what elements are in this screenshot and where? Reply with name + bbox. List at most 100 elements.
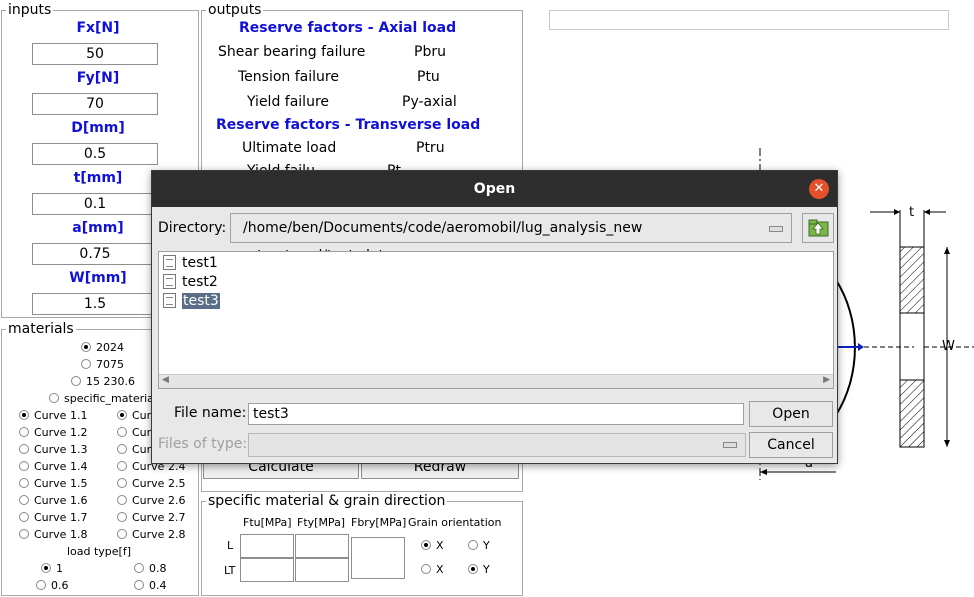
ftu-l-field[interactable] bbox=[240, 534, 294, 558]
fbry-field[interactable] bbox=[351, 537, 405, 579]
ptu-label: Ptu bbox=[417, 69, 440, 85]
curve-label: Curve 1.2 bbox=[34, 426, 88, 439]
tension-failure-label: Tension failure bbox=[238, 69, 339, 85]
dialog-title: Open bbox=[473, 181, 516, 197]
fty-l-field[interactable] bbox=[295, 534, 349, 558]
scroll-right-icon[interactable]: ▶ bbox=[823, 375, 830, 385]
directory-label: Directory: bbox=[158, 220, 227, 236]
curve-radio[interactable]: Curve 1.8 bbox=[19, 528, 87, 542]
load-type-06-radio[interactable]: 0.6 bbox=[36, 579, 69, 593]
file-item-test1[interactable]: test1 bbox=[163, 254, 218, 272]
up-folder-icon bbox=[808, 219, 829, 237]
fbry-header: Fbry[MPa] bbox=[351, 516, 407, 529]
transverse-heading: Reserve factors - Transverse load bbox=[216, 117, 481, 133]
combo-arrow-icon bbox=[769, 226, 783, 232]
material-specific-radio[interactable]: specific_materia bbox=[49, 392, 154, 406]
curve-label: Curve 2.8 bbox=[132, 528, 186, 541]
curve-radio[interactable]: Curve 2.7 bbox=[117, 511, 185, 525]
d-label: D[mm] bbox=[71, 120, 125, 136]
load-type-04-label: 0.4 bbox=[149, 579, 167, 592]
curve-radio[interactable]: Curve 1.6 bbox=[19, 494, 87, 508]
file-name-label: File name: bbox=[174, 405, 247, 421]
horizontal-scrollbar[interactable]: ◀ ▶ bbox=[159, 374, 833, 388]
material-7075-label: 7075 bbox=[96, 358, 124, 371]
curve-label: Cur bbox=[132, 426, 152, 439]
scroll-left-icon[interactable]: ◀ bbox=[162, 375, 169, 385]
inputs-title: inputs bbox=[6, 2, 54, 18]
file-item-test2[interactable]: test2 bbox=[163, 273, 218, 291]
curve-radio[interactable]: Curve 1.1 bbox=[19, 409, 87, 423]
curve-label: Curve 2.6 bbox=[132, 494, 186, 507]
curve-radio[interactable]: Curve 1.3 bbox=[19, 443, 87, 457]
grain-l-x-radio[interactable]: X bbox=[421, 539, 444, 553]
material-2024-label: 2024 bbox=[96, 341, 124, 354]
file-item-test3[interactable]: test3 bbox=[163, 292, 220, 310]
fx-field[interactable]: 50 bbox=[32, 43, 158, 65]
grain-l-x-label: X bbox=[436, 539, 444, 552]
materials-title: materials bbox=[6, 321, 76, 337]
curve-radio[interactable]: Curve 2.5 bbox=[117, 477, 185, 491]
open-dialog: Open ✕ Directory: /home/ben/Documents/co… bbox=[151, 170, 838, 464]
load-type-08-radio[interactable]: 0.8 bbox=[134, 562, 167, 576]
material-2024-radio[interactable]: 2024 bbox=[81, 341, 124, 355]
curve-label: Curve 2.5 bbox=[132, 477, 186, 490]
curve-label: Curve 2.7 bbox=[132, 511, 186, 524]
curve-radio[interactable]: Cur bbox=[117, 426, 151, 440]
dialog-titlebar: Open ✕ bbox=[152, 171, 837, 207]
ptru-label: Ptru bbox=[416, 140, 445, 156]
curve-radio[interactable]: Cur bbox=[117, 443, 151, 457]
curve-label: Cur bbox=[132, 443, 152, 456]
curve-radio[interactable]: Curve 1.7 bbox=[19, 511, 87, 525]
file-list[interactable]: test1 test2 test3 ◀ ▶ bbox=[158, 251, 834, 389]
curve-radio[interactable]: Curve 2.8 bbox=[117, 528, 185, 542]
row-l-label: L bbox=[227, 539, 234, 552]
close-icon[interactable]: ✕ bbox=[809, 179, 829, 199]
curve-radio[interactable]: Curve 1.4 bbox=[19, 460, 87, 474]
material-15230-radio[interactable]: 15 230.6 bbox=[71, 375, 135, 389]
open-button[interactable]: Open bbox=[749, 401, 833, 427]
row-lt-label: LT bbox=[224, 564, 236, 577]
grain-l-y-radio[interactable]: Y bbox=[468, 539, 490, 553]
grain-lt-y-label: Y bbox=[483, 563, 490, 576]
files-of-type-label: Files of type: bbox=[158, 436, 248, 452]
d-field[interactable]: 0.5 bbox=[32, 143, 158, 165]
shear-bearing-label: Shear bearing failure bbox=[218, 44, 366, 60]
cancel-button[interactable]: Cancel bbox=[749, 432, 833, 458]
load-type-label: load type[f] bbox=[66, 545, 132, 558]
axial-heading: Reserve factors - Axial load bbox=[239, 20, 457, 36]
file-name-label-selected: test3 bbox=[182, 293, 220, 309]
curve-radio[interactable]: Curve 2.6 bbox=[117, 494, 185, 508]
fx-label: Fx[N] bbox=[76, 20, 120, 36]
ftu-lt-field[interactable] bbox=[240, 558, 294, 582]
file-icon bbox=[163, 293, 176, 308]
t-field[interactable]: 0.1 bbox=[32, 193, 158, 215]
curve-radio[interactable]: Curve 1.2 bbox=[19, 426, 87, 440]
directory-combo[interactable]: /home/ben/Documents/code/aeromobil/lug_a… bbox=[230, 213, 792, 264]
grain-lt-y-radio[interactable]: Y bbox=[468, 563, 490, 577]
a-field[interactable]: 0.75 bbox=[32, 243, 158, 265]
load-type-1-radio[interactable]: 1 bbox=[41, 562, 63, 576]
yield-failure-label: Yield failure bbox=[247, 94, 330, 110]
material-7075-radio[interactable]: 7075 bbox=[81, 358, 124, 372]
curve-label: Curve 1.7 bbox=[34, 511, 88, 524]
fty-lt-field[interactable] bbox=[295, 558, 349, 582]
load-type-04-radio[interactable]: 0.4 bbox=[134, 579, 167, 593]
curve-label: Curve 1.3 bbox=[34, 443, 88, 456]
curve-radio[interactable]: Curve 1.5 bbox=[19, 477, 87, 491]
w-dimension-label: W bbox=[942, 339, 955, 354]
fy-field[interactable]: 70 bbox=[32, 93, 158, 115]
load-type-08-label: 0.8 bbox=[149, 562, 167, 575]
grain-l-y-label: Y bbox=[483, 539, 490, 552]
up-folder-button[interactable] bbox=[802, 213, 834, 243]
t-dimension-label: t bbox=[909, 205, 915, 220]
file-name-label: test2 bbox=[182, 274, 218, 290]
w-field[interactable]: 1.5 bbox=[32, 293, 158, 315]
files-of-type-combo[interactable] bbox=[248, 433, 746, 457]
file-name-input[interactable]: test3 bbox=[248, 403, 744, 425]
curve-label: Curve 1.8 bbox=[34, 528, 88, 541]
fty-header: Fty[MPa] bbox=[297, 516, 346, 529]
py-axial-label: Py-axial bbox=[402, 94, 457, 110]
grain-lt-x-radio[interactable]: X bbox=[421, 563, 444, 577]
file-name-label: test1 bbox=[182, 255, 218, 271]
load-type-1-label: 1 bbox=[56, 562, 63, 575]
